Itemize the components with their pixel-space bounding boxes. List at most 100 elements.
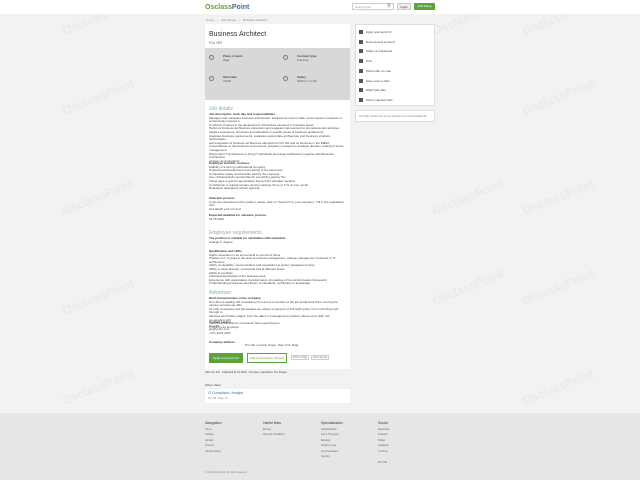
breadcrumb-home[interactable]: Home <box>206 18 214 22</box>
map-icon <box>359 68 363 73</box>
offer-footnote: Offer No: 021 · Published 31.01.2020 · C… <box>205 371 287 374</box>
sidebar-action-label: Watch job offer <box>366 88 387 93</box>
logo-text-accent: ass <box>220 3 232 11</box>
tag-button[interactable]: Work abroad <box>311 355 329 360</box>
apply-send-cv-button[interactable]: Apply and send CV <box>209 353 243 363</box>
add-listing-button[interactable]: Add listing <box>414 3 435 10</box>
sidebar-action-label: Recommend to friend <box>366 39 395 44</box>
footer-link[interactable]: Terms & Conditions <box>263 432 285 437</box>
note-icon <box>359 78 363 83</box>
info-value: Full-time <box>297 58 309 62</box>
facebook-icon <box>359 49 363 54</box>
sidebar-action-facebook[interactable]: Share on Facebook <box>359 47 392 55</box>
sidebar-action-print[interactable]: Print <box>359 57 372 65</box>
other-offer-card[interactable]: IT Consultant / Analyst Pro HR · Riga, L… <box>205 389 350 403</box>
sidebar-action-map[interactable]: Show offer on map <box>359 67 391 75</box>
site-footer: EN | DE © 2020 Oscl Point. All rights re… <box>0 413 640 480</box>
share-icon <box>359 39 363 44</box>
address-line: Pro HR, <box>245 343 257 347</box>
print-icon <box>359 59 363 64</box>
info-salary: Salary 4000 € / month <box>283 75 345 89</box>
info-value: Riga <box>223 58 230 62</box>
footer-link[interactable]: YouTube <box>378 449 389 454</box>
contract-icon <box>283 55 288 60</box>
sidebar-action-watch[interactable]: Watch job offer <box>359 86 386 94</box>
job-detail-panel: Business Architect Pro HR Place of work … <box>205 24 350 369</box>
text-line: +371 2222 2222 <box>209 330 231 335</box>
logo-text-end: Point <box>231 3 250 11</box>
action-sidebar: Apply and send CV Recommend to friend Shar… <box>355 24 435 106</box>
info-start: Start date ASAP <box>209 75 271 89</box>
info-value: 4000 € / month <box>297 79 318 83</box>
send-icon <box>359 30 363 34</box>
other-offer-title[interactable]: IT Consultant / Analyst <box>208 391 243 395</box>
details-list: Manages and maintains business architect… <box>209 116 346 164</box>
sidebar-action-label: Apply and send CV <box>366 30 392 34</box>
search-icon[interactable]: ⚲ <box>385 3 393 10</box>
address-line: Riga <box>292 343 299 347</box>
sidebar-action-label: Show matched offer <box>366 97 393 102</box>
calendar-icon <box>209 76 214 81</box>
footer-column: Navigation Home Listings Contact Account Add … <box>205 421 222 454</box>
job-info-box: Place of work Riga Contract type Full-ti… <box>205 48 350 100</box>
breadcrumb-separator: › <box>238 18 240 22</box>
info-value: ASAP <box>223 79 232 83</box>
sidebar-action-similar[interactable]: Show matched offer <box>359 96 393 104</box>
sidebar-action-label: Save note to offer <box>366 78 390 83</box>
sidebar-action-send[interactable]: Apply and send CV <box>359 28 392 36</box>
address-lines: Pro HR, Lonston Street, New York, Riga <box>245 343 345 348</box>
benefits-list: Stability of a strong multinational comp… <box>209 165 346 191</box>
qualification-list: Higher education in an economical or eco… <box>209 253 346 286</box>
site-logo[interactable]: Oscl ass Point <box>205 2 249 12</box>
copyright: © 2020 Oscl Point. All rights reserved. <box>205 471 248 474</box>
footer-link[interactable]: Instagram <box>378 443 389 448</box>
footer-column: Specialization Administration Car & Transp… <box>321 421 343 459</box>
sidebar-note: This offer needs to be in your account, … <box>355 110 435 122</box>
sidebar-action-label: Print <box>366 59 373 64</box>
footer-column-heading: Social <box>378 421 388 425</box>
job-title: Business Architect <box>209 31 267 38</box>
login-button[interactable]: Login <box>397 3 411 10</box>
deadline-section: Expected deadline for selection process … <box>209 213 346 221</box>
sidebar-action-label: Show offer on map <box>366 68 392 73</box>
text-line: and attach your CV and <box>209 206 241 211</box>
site-header: Oscl ass Point Search jobs ⚲ Login Add l… <box>0 0 640 14</box>
requirements-list: College II. degree <box>209 239 346 245</box>
breadcrumb-separator: › <box>217 18 219 22</box>
language-switcher[interactable]: EN | DE <box>378 461 387 464</box>
sidebar-action-label: Share on Facebook <box>366 49 393 54</box>
footer-column-heading: Specialization <box>321 421 343 425</box>
contact-section: Contact person Pro HR jan@prohr.com +371 2… <box>209 320 346 335</box>
footer-column: Useful links Pricing Terms & Conditions <box>263 421 285 438</box>
salary-icon <box>283 76 288 81</box>
footer-column-heading: Navigation <box>205 421 222 425</box>
selection-section: Selection process If you are interested … <box>209 196 346 212</box>
job-company[interactable]: Pro HR <box>209 40 222 45</box>
sidebar-action-share[interactable]: Recommend to friend <box>359 38 395 46</box>
address-line: New York, <box>277 343 293 347</box>
selection-list: If you are interested in this position, … <box>209 200 346 212</box>
footer-link[interactable]: Add job listing <box>205 449 222 454</box>
text-line: College II. degree <box>209 239 233 244</box>
breadcrumb: Home › Job listings › Business Architect <box>206 18 267 22</box>
footer-link[interactable]: Security <box>321 454 343 459</box>
address-line: Lonston Street, <box>256 343 278 347</box>
location-icon <box>209 55 214 60</box>
text-line: 01.05.2020 <box>209 216 225 221</box>
footer-column-heading: Useful links <box>263 421 281 425</box>
text-line: Understanding processes and theory of st… <box>209 281 311 286</box>
breadcrumb-listings[interactable]: Job listings <box>221 18 236 22</box>
text-line: Relocation assistance (where agreed) <box>209 186 260 191</box>
sidebar-action-note[interactable]: Save note to offer <box>359 77 390 85</box>
logo-text-main: Oscl <box>205 3 221 11</box>
other-offer-meta: Pro HR · Riga, LV <box>208 397 228 400</box>
qualification-section: Qualification and skills Higher educatio… <box>209 249 346 286</box>
add-to-favourites-button[interactable]: Add to favourites / Report <box>247 353 287 363</box>
tag-button[interactable]: Work at Riga <box>291 355 309 360</box>
info-place: Place of work Riga <box>209 54 271 68</box>
similar-icon <box>359 97 363 102</box>
benefits-section: Employee benefits, bonuses Stability of … <box>209 161 346 191</box>
other-offers-title: Other offers <box>205 383 221 387</box>
footer-column: Social Facebook LinkedIn Twitter Instagram Yo… <box>378 421 389 454</box>
requirements-section: The position is suitable for candidates … <box>209 236 346 245</box>
